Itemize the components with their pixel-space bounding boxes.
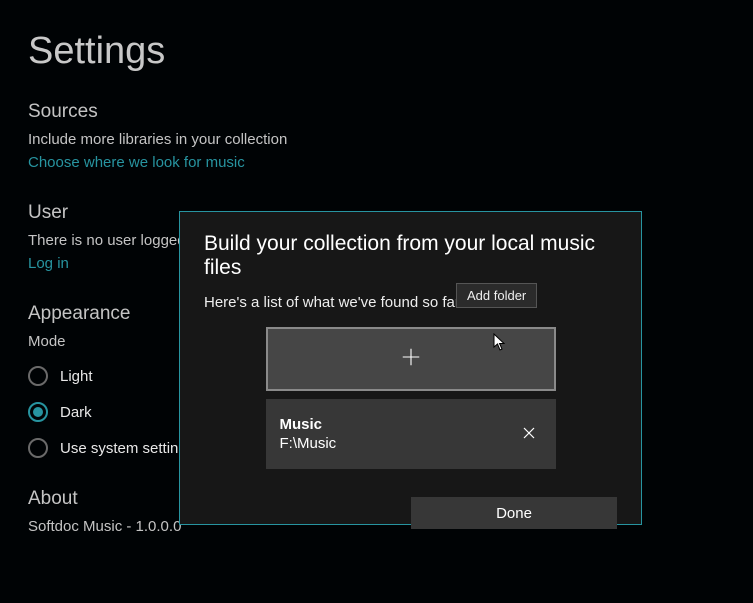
done-button[interactable]: Done xyxy=(411,497,617,529)
sources-subtitle: Include more libraries in your collectio… xyxy=(28,131,725,148)
radio-icon xyxy=(28,366,48,386)
dialog-title: Build your collection from your local mu… xyxy=(204,232,617,280)
radio-label: Use system settings xyxy=(60,440,194,457)
close-icon xyxy=(523,426,535,443)
plus-icon xyxy=(400,346,422,373)
folder-text: Music F:\Music xyxy=(280,415,337,454)
page-title: Settings xyxy=(28,30,725,73)
radio-label: Light xyxy=(60,368,93,385)
folder-name: Music xyxy=(280,415,337,435)
sources-section: Sources Include more libraries in your c… xyxy=(28,101,725,172)
choose-music-location-link[interactable]: Choose where we look for music xyxy=(28,154,245,171)
remove-folder-button[interactable] xyxy=(518,423,540,445)
folder-item[interactable]: Music F:\Music xyxy=(266,399,556,469)
sources-heading: Sources xyxy=(28,101,725,123)
add-folder-button[interactable] xyxy=(266,327,556,391)
radio-icon xyxy=(28,438,48,458)
folder-path: F:\Music xyxy=(280,434,337,454)
radio-label: Dark xyxy=(60,404,92,421)
login-link[interactable]: Log in xyxy=(28,255,69,272)
radio-icon xyxy=(28,402,48,422)
add-folder-tooltip: Add folder xyxy=(456,283,537,308)
dialog-subtitle: Here's a list of what we've found so far… xyxy=(204,294,617,311)
build-collection-dialog: Build your collection from your local mu… xyxy=(179,211,642,525)
